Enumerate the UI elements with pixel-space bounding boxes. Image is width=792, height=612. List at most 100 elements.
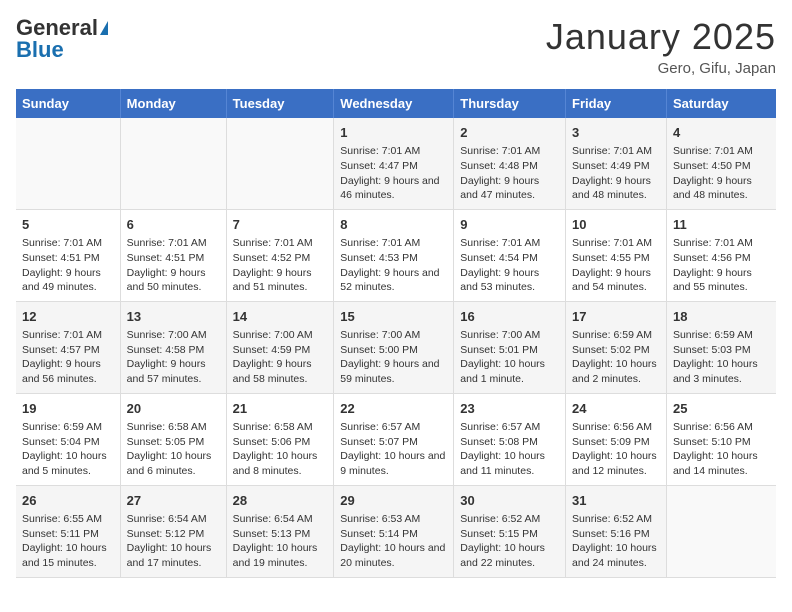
day-info: Sunrise: 6:59 AMSunset: 5:02 PMDaylight:…	[572, 328, 660, 387]
calendar-cell: 4 Sunrise: 7:01 AMSunset: 4:50 PMDaylight…	[666, 118, 776, 209]
day-number: 8	[340, 216, 447, 234]
calendar-cell: 16Sunrise: 7:00 AMSunset: 5:01 PMDayligh…	[454, 301, 566, 393]
calendar-cell: 24 Sunrise: 6:56 AMSunset: 5:09 PMDayligh…	[566, 393, 667, 485]
day-info: Sunrise: 7:00 AMSunset: 4:58 PMDaylight:…	[127, 328, 220, 387]
calendar-cell: 13 Sunrise: 7:00 AMSunset: 4:58 PMDayligh…	[120, 301, 226, 393]
calendar-cell: 11 Sunrise: 7:01 AMSunset: 4:56 PMDayligh…	[666, 209, 776, 301]
location: Gero, Gifu, Japan	[546, 60, 776, 77]
day-number: 14	[233, 308, 328, 326]
calendar-cell: 10Sunrise: 7:01 AMSunset: 4:55 PMDayligh…	[566, 209, 667, 301]
day-info: Sunrise: 6:52 AMSunset: 5:16 PMDaylight:…	[572, 512, 660, 571]
calendar-cell: 6 Sunrise: 7:01 AMSunset: 4:51 PMDaylight…	[120, 209, 226, 301]
day-info: Sunrise: 6:56 AMSunset: 5:09 PMDaylight:…	[572, 420, 660, 479]
day-number: 9	[460, 216, 559, 234]
day-info: Sunrise: 7:01 AMSunset: 4:47 PMDaylight:…	[340, 144, 447, 203]
week-row-2: 5 Sunrise: 7:01 AMSunset: 4:51 PMDaylight…	[16, 209, 776, 301]
day-number: 15	[340, 308, 447, 326]
weekday-header-monday: Monday	[120, 89, 226, 118]
calendar-cell: 18 Sunrise: 6:59 AMSunset: 5:03 PMDayligh…	[666, 301, 776, 393]
day-info: Sunrise: 6:58 AMSunset: 5:06 PMDaylight:…	[233, 420, 328, 479]
day-number: 6	[127, 216, 220, 234]
day-info: Sunrise: 7:00 AMSunset: 5:01 PMDaylight:…	[460, 328, 559, 387]
day-number: 22	[340, 400, 447, 418]
day-number: 17	[572, 308, 660, 326]
calendar-cell: 3 Sunrise: 7:01 AMSunset: 4:49 PMDaylight…	[566, 118, 667, 209]
day-info: Sunrise: 6:53 AMSunset: 5:14 PMDaylight:…	[340, 512, 447, 571]
day-number: 5	[22, 216, 114, 234]
calendar-cell: 14 Sunrise: 7:00 AMSunset: 4:59 PMDayligh…	[226, 301, 334, 393]
day-info: Sunrise: 6:59 AMSunset: 5:04 PMDaylight:…	[22, 420, 114, 479]
weekday-header-wednesday: Wednesday	[334, 89, 454, 118]
day-number: 24	[572, 400, 660, 418]
calendar-cell: 1 Sunrise: 7:01 AMSunset: 4:47 PMDaylight…	[334, 118, 454, 209]
calendar-table: SundayMondayTuesdayWednesdayThursdayFrid…	[16, 89, 776, 578]
day-number: 11	[673, 216, 770, 234]
day-info: Sunrise: 6:56 AMSunset: 5:10 PMDaylight:…	[673, 420, 770, 479]
day-info: Sunrise: 7:01 AMSunset: 4:49 PMDaylight:…	[572, 144, 660, 203]
calendar-cell: 9 Sunrise: 7:01 AMSunset: 4:54 PMDaylight…	[454, 209, 566, 301]
day-info: Sunrise: 7:01 AMSunset: 4:56 PMDaylight:…	[673, 236, 770, 295]
page-header: General Blue January 2025 Gero, Gifu, Ja…	[16, 16, 776, 77]
calendar-cell: 8 Sunrise: 7:01 AMSunset: 4:53 PMDaylight…	[334, 209, 454, 301]
calendar-cell: 27Sunrise: 6:54 AMSunset: 5:12 PMDayligh…	[120, 485, 226, 577]
day-info: Sunrise: 6:55 AMSunset: 5:11 PMDaylight:…	[22, 512, 114, 571]
calendar-cell: 28Sunrise: 6:54 AMSunset: 5:13 PMDayligh…	[226, 485, 334, 577]
calendar-cell: 23Sunrise: 6:57 AMSunset: 5:08 PMDayligh…	[454, 393, 566, 485]
day-number: 12	[22, 308, 114, 326]
calendar-cell: 17 Sunrise: 6:59 AMSunset: 5:02 PMDayligh…	[566, 301, 667, 393]
day-number: 26	[22, 492, 114, 510]
calendar-cell: 31 Sunrise: 6:52 AMSunset: 5:16 PMDayligh…	[566, 485, 667, 577]
week-row-4: 19 Sunrise: 6:59 AMSunset: 5:04 PMDayligh…	[16, 393, 776, 485]
calendar-cell	[16, 118, 120, 209]
day-info: Sunrise: 7:01 AMSunset: 4:50 PMDaylight:…	[673, 144, 770, 203]
calendar-cell: 30 Sunrise: 6:52 AMSunset: 5:15 PMDayligh…	[454, 485, 566, 577]
week-row-5: 26 Sunrise: 6:55 AMSunset: 5:11 PMDayligh…	[16, 485, 776, 577]
calendar-cell: 15 Sunrise: 7:00 AMSunset: 5:00 PMDayligh…	[334, 301, 454, 393]
day-number: 30	[460, 492, 559, 510]
logo: General Blue	[16, 16, 108, 62]
day-info: Sunrise: 7:01 AMSunset: 4:51 PMDaylight:…	[127, 236, 220, 295]
day-number: 1	[340, 124, 447, 142]
logo-triangle-icon	[100, 21, 108, 35]
day-number: 31	[572, 492, 660, 510]
day-number: 3	[572, 124, 660, 142]
calendar-cell: 21Sunrise: 6:58 AMSunset: 5:06 PMDayligh…	[226, 393, 334, 485]
day-number: 19	[22, 400, 114, 418]
weekday-header-tuesday: Tuesday	[226, 89, 334, 118]
calendar-cell	[120, 118, 226, 209]
calendar-cell: 7 Sunrise: 7:01 AMSunset: 4:52 PMDaylight…	[226, 209, 334, 301]
day-info: Sunrise: 6:57 AMSunset: 5:08 PMDaylight:…	[460, 420, 559, 479]
day-info: Sunrise: 6:58 AMSunset: 5:05 PMDaylight:…	[127, 420, 220, 479]
calendar-cell: 12 Sunrise: 7:01 AMSunset: 4:57 PMDayligh…	[16, 301, 120, 393]
calendar-cell: 20 Sunrise: 6:58 AMSunset: 5:05 PMDayligh…	[120, 393, 226, 485]
day-number: 20	[127, 400, 220, 418]
calendar-cell: 22 Sunrise: 6:57 AMSunset: 5:07 PMDayligh…	[334, 393, 454, 485]
day-info: Sunrise: 7:01 AMSunset: 4:52 PMDaylight:…	[233, 236, 328, 295]
day-number: 2	[460, 124, 559, 142]
calendar-cell	[666, 485, 776, 577]
day-info: Sunrise: 7:01 AMSunset: 4:53 PMDaylight:…	[340, 236, 447, 295]
day-number: 13	[127, 308, 220, 326]
day-number: 7	[233, 216, 328, 234]
calendar-cell: 26 Sunrise: 6:55 AMSunset: 5:11 PMDayligh…	[16, 485, 120, 577]
day-info: Sunrise: 7:01 AMSunset: 4:54 PMDaylight:…	[460, 236, 559, 295]
day-number: 25	[673, 400, 770, 418]
day-info: Sunrise: 7:01 AMSunset: 4:48 PMDaylight:…	[460, 144, 559, 203]
logo-blue: Blue	[16, 38, 64, 62]
day-info: Sunrise: 7:01 AMSunset: 4:57 PMDaylight:…	[22, 328, 114, 387]
day-info: Sunrise: 7:00 AMSunset: 4:59 PMDaylight:…	[233, 328, 328, 387]
week-row-3: 12 Sunrise: 7:01 AMSunset: 4:57 PMDayligh…	[16, 301, 776, 393]
day-info: Sunrise: 7:00 AMSunset: 5:00 PMDaylight:…	[340, 328, 447, 387]
day-info: Sunrise: 6:59 AMSunset: 5:03 PMDaylight:…	[673, 328, 770, 387]
month-title: January 2025	[546, 16, 776, 58]
day-info: Sunrise: 6:52 AMSunset: 5:15 PMDaylight:…	[460, 512, 559, 571]
calendar-cell: 5Sunrise: 7:01 AMSunset: 4:51 PMDaylight…	[16, 209, 120, 301]
day-number: 4	[673, 124, 770, 142]
calendar-cell: 19 Sunrise: 6:59 AMSunset: 5:04 PMDayligh…	[16, 393, 120, 485]
day-info: Sunrise: 6:57 AMSunset: 5:07 PMDaylight:…	[340, 420, 447, 479]
calendar-cell: 29Sunrise: 6:53 AMSunset: 5:14 PMDayligh…	[334, 485, 454, 577]
weekday-header-thursday: Thursday	[454, 89, 566, 118]
day-number: 18	[673, 308, 770, 326]
weekday-header-saturday: Saturday	[666, 89, 776, 118]
calendar-cell: 25 Sunrise: 6:56 AMSunset: 5:10 PMDayligh…	[666, 393, 776, 485]
